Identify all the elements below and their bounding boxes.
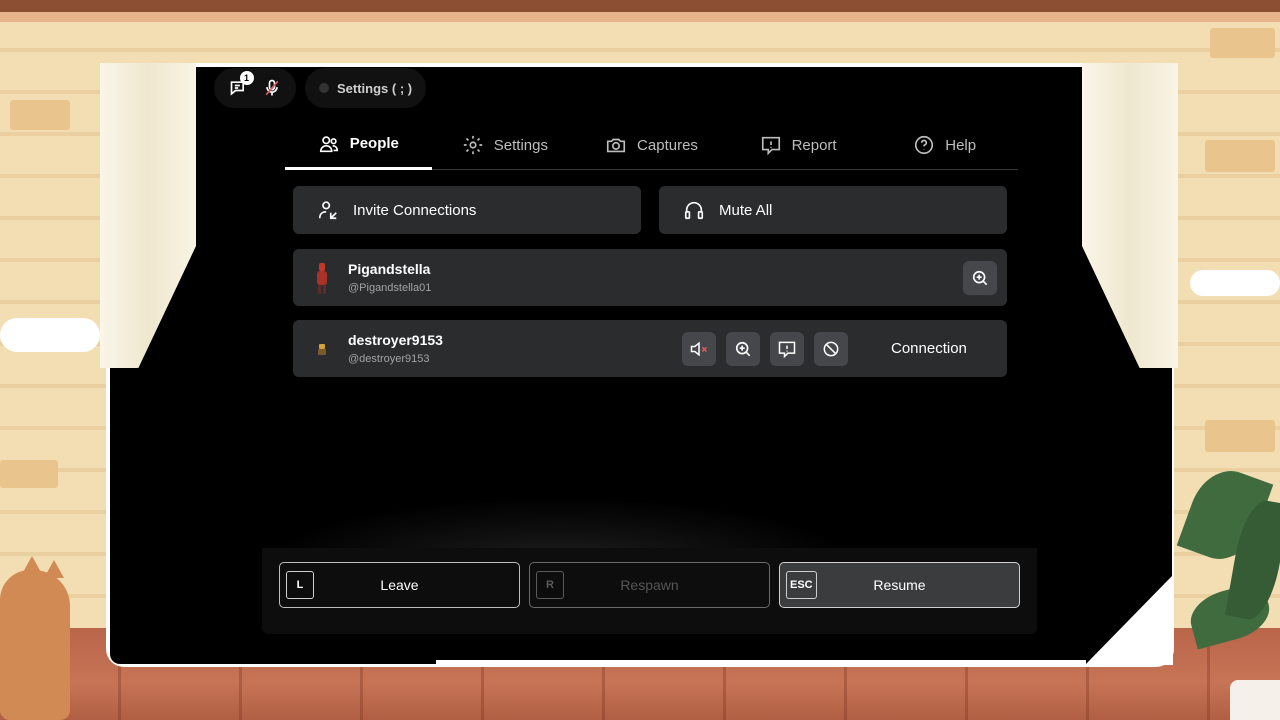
respawn-button[interactable]: R Respawn bbox=[529, 562, 770, 608]
headphones-icon bbox=[684, 201, 704, 220]
mute-all-label: Mute All bbox=[719, 201, 773, 219]
wall-brick bbox=[1205, 140, 1275, 172]
plant-pot bbox=[1230, 680, 1280, 720]
wall-brick bbox=[1210, 28, 1275, 58]
chat-button[interactable]: 1 bbox=[226, 71, 254, 101]
resume-button[interactable]: ESC Resume bbox=[779, 562, 1020, 608]
tab-report[interactable]: Report bbox=[725, 120, 872, 170]
tab-label: Settings bbox=[493, 136, 548, 154]
wall-brick bbox=[0, 460, 58, 488]
tab-label: Report bbox=[791, 136, 837, 154]
respawn-label: Respawn bbox=[620, 577, 679, 593]
player-handle: @Pigandstella01 bbox=[348, 282, 432, 294]
top-mini-bar: 1 bbox=[214, 68, 296, 108]
tab-settings[interactable]: Settings bbox=[432, 120, 579, 170]
settings-dot-icon bbox=[319, 83, 329, 93]
respawn-key-hint: R bbox=[536, 571, 564, 599]
chat-badge: 1 bbox=[239, 71, 254, 85]
block-icon bbox=[823, 341, 839, 357]
invite-connections-label: Invite Connections bbox=[353, 201, 477, 219]
tab-label: Help bbox=[945, 136, 977, 154]
player-row[interactable]: destroyer9153 @destroyer9153 Connection bbox=[293, 320, 1007, 377]
tab-help[interactable]: Help bbox=[871, 120, 1018, 170]
cat-decoration bbox=[0, 570, 70, 720]
mic-muted-icon bbox=[265, 79, 278, 96]
cloud-decoration bbox=[1190, 270, 1280, 296]
wall-brick bbox=[10, 100, 70, 130]
report-icon bbox=[761, 136, 780, 156]
progress-line bbox=[436, 660, 1086, 664]
leave-key-hint: L bbox=[286, 571, 314, 599]
resume-label: Resume bbox=[873, 577, 926, 593]
resume-key-hint: ESC bbox=[786, 571, 817, 599]
view-profile-button[interactable] bbox=[726, 332, 760, 366]
settings-shortcut-button[interactable]: Settings ( ; ) bbox=[305, 68, 426, 108]
speaker-muted-icon bbox=[690, 341, 708, 357]
zoom-in-icon bbox=[972, 270, 988, 286]
block-player-button[interactable] bbox=[814, 332, 848, 366]
report-player-button[interactable] bbox=[770, 332, 804, 366]
avatar bbox=[318, 344, 326, 355]
leave-button[interactable]: L Leave bbox=[279, 562, 520, 608]
cat-ear bbox=[22, 556, 42, 574]
connection-status[interactable]: Connection bbox=[891, 340, 967, 357]
leave-label: Leave bbox=[380, 577, 419, 593]
invite-connections-button[interactable]: Invite Connections bbox=[293, 186, 641, 234]
player-name: destroyer9153 bbox=[348, 332, 443, 348]
people-icon bbox=[319, 135, 338, 152]
ceiling-trim bbox=[0, 0, 1280, 22]
mic-button[interactable] bbox=[259, 75, 285, 101]
wall-brick bbox=[1205, 420, 1275, 452]
tab-captures[interactable]: Captures bbox=[578, 120, 725, 170]
gear-icon bbox=[463, 135, 482, 155]
settings-shortcut-label: Settings ( ; ) bbox=[337, 80, 413, 96]
player-row[interactable]: Pigandstella @Pigandstella01 bbox=[293, 249, 1007, 306]
player-handle: @destroyer9153 bbox=[348, 353, 430, 365]
mute-all-button[interactable]: Mute All bbox=[659, 186, 1007, 234]
player-name: Pigandstella bbox=[348, 261, 431, 277]
view-profile-button[interactable] bbox=[963, 261, 997, 295]
invite-person-icon bbox=[318, 201, 337, 220]
tab-people[interactable]: People bbox=[285, 120, 432, 170]
cloud-decoration bbox=[0, 318, 100, 352]
help-icon bbox=[915, 135, 934, 155]
tab-label: Captures bbox=[637, 136, 698, 154]
camera-icon bbox=[606, 138, 626, 153]
mute-player-button[interactable] bbox=[682, 332, 716, 366]
tab-label: People bbox=[349, 135, 399, 152]
cat-ear bbox=[44, 560, 64, 578]
zoom-in-icon bbox=[735, 341, 751, 357]
menu-tabs: People Settings Captures Report Help bbox=[285, 120, 1018, 170]
report-icon bbox=[778, 341, 796, 359]
avatar bbox=[317, 263, 327, 294]
